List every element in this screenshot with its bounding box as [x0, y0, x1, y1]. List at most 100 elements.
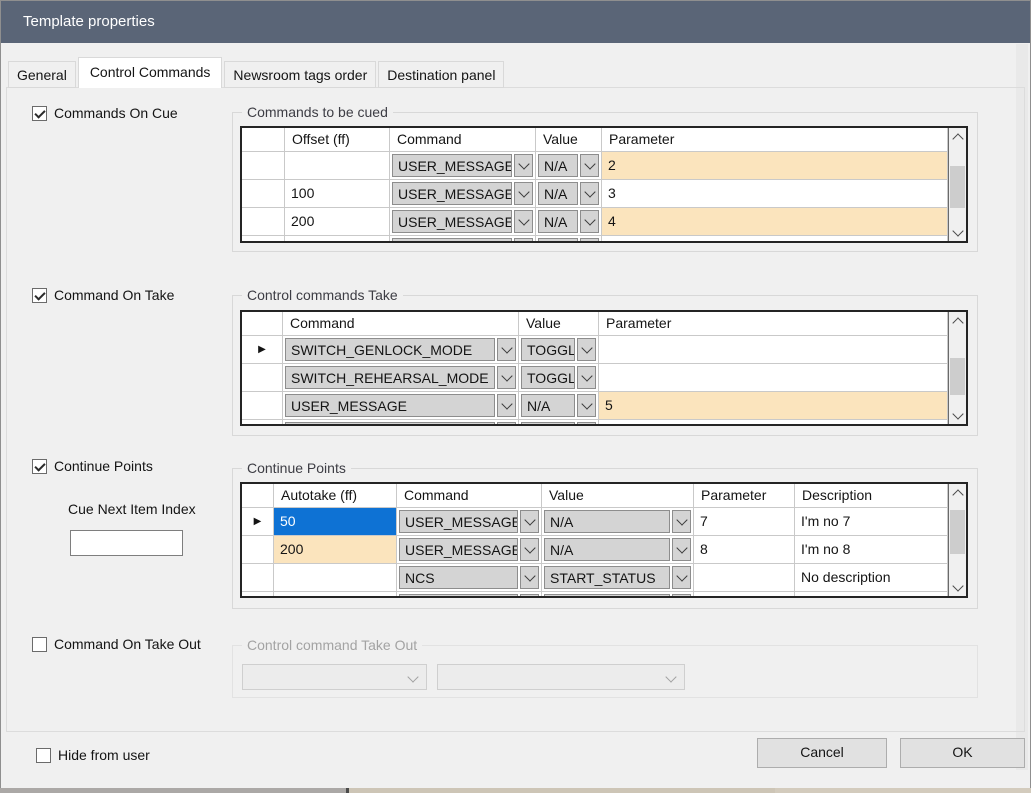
- combo-value[interactable]: USER_MESSAGE: [392, 182, 512, 205]
- scrollbar-thumb[interactable]: [950, 166, 965, 208]
- scrollbar-up-button[interactable]: [949, 312, 966, 329]
- combo-dropdown-button[interactable]: [577, 338, 596, 361]
- grid-cell-combo[interactable]: [390, 236, 536, 241]
- combo-dropdown-button[interactable]: [672, 538, 691, 561]
- combo-dropdown-button[interactable]: [580, 154, 599, 177]
- row-selector-cell[interactable]: [242, 152, 285, 180]
- grid-cell-value[interactable]: N/A: [536, 180, 602, 208]
- column-header-value[interactable]: Value: [536, 128, 602, 152]
- grid-cell-parameter[interactable]: 2: [602, 152, 948, 180]
- combo-dropdown-button[interactable]: [514, 238, 533, 241]
- combo-dropdown-button[interactable]: [497, 366, 516, 389]
- grid-cell-command[interactable]: USER_MESSAGE: [390, 152, 536, 180]
- combo-dropdown-button[interactable]: [577, 366, 596, 389]
- grid-cell-value[interactable]: START_STATUS: [542, 564, 694, 592]
- cue-next-item-index-input[interactable]: [70, 530, 183, 556]
- scrollbar-thumb[interactable]: [950, 358, 965, 395]
- checkbox-commands-on-cue-box[interactable]: [32, 106, 47, 121]
- combo-value[interactable]: N/A: [538, 182, 578, 205]
- combo-value[interactable]: START_STATUS: [544, 566, 670, 589]
- combo-value[interactable]: SWITCH_REHEARSAL_MODE: [285, 366, 495, 389]
- checkbox-continue-points-box[interactable]: [32, 459, 47, 474]
- combo-value[interactable]: [285, 422, 495, 424]
- combo-value[interactable]: N/A: [538, 210, 578, 233]
- grid-cell-combo[interactable]: [283, 420, 519, 424]
- checkbox-command-on-take-box[interactable]: [32, 288, 47, 303]
- combo-dropdown-button[interactable]: [580, 182, 599, 205]
- grid-cell-value[interactable]: TOGGLE: [519, 336, 599, 364]
- combo-dropdown-button[interactable]: [577, 394, 596, 417]
- combo-value[interactable]: N/A: [544, 538, 670, 561]
- tab-destination-panel[interactable]: Destination panel: [378, 61, 504, 88]
- combo-value[interactable]: [538, 238, 578, 241]
- scrollbar-up-button[interactable]: [949, 128, 966, 145]
- tab-newsroom-tags-order[interactable]: Newsroom tags order: [224, 61, 376, 88]
- tab-general[interactable]: General: [8, 61, 76, 88]
- grid-cell-parameter[interactable]: [599, 336, 948, 364]
- combo-value[interactable]: NCS: [399, 566, 518, 589]
- column-header-row-selector[interactable]: [242, 312, 283, 336]
- column-header-command[interactable]: Command: [397, 484, 542, 508]
- combo-dropdown-button[interactable]: [514, 154, 533, 177]
- scrollbar-thumb[interactable]: [950, 510, 965, 554]
- grid-cell-autotake[interactable]: [274, 564, 397, 592]
- combo-dropdown-button[interactable]: [497, 338, 516, 361]
- grid-cell-offset[interactable]: [285, 152, 390, 180]
- combo-value[interactable]: USER_MESSAGE: [392, 154, 512, 177]
- grid-cell-description[interactable]: I'm no 7: [795, 508, 948, 536]
- column-header-row-selector[interactable]: [242, 128, 285, 152]
- grid-cell-command[interactable]: SWITCH_REHEARSAL_MODE: [283, 364, 519, 392]
- checkbox-hide-from-user[interactable]: Hide from user: [36, 747, 150, 763]
- row-selector-cell[interactable]: [242, 392, 283, 420]
- combo-value[interactable]: USER_MESSAGE: [392, 210, 512, 233]
- column-header-autotake-ff-[interactable]: Autotake (ff): [274, 484, 397, 508]
- combo-dropdown-button[interactable]: [520, 510, 539, 533]
- column-header-row-selector[interactable]: [242, 484, 274, 508]
- grid-cell-autotake[interactable]: 200: [274, 536, 397, 564]
- combo-value[interactable]: [399, 594, 518, 596]
- row-selector-cell[interactable]: [242, 536, 274, 564]
- scrollbar-down-button[interactable]: [949, 224, 966, 241]
- row-selector-cell[interactable]: ▶: [242, 508, 274, 536]
- grid-cell-value[interactable]: TOGGLE: [519, 364, 599, 392]
- combo-dropdown-button[interactable]: [514, 210, 533, 233]
- tab-control-commands[interactable]: Control Commands: [78, 57, 223, 88]
- combo-dropdown-button[interactable]: [520, 538, 539, 561]
- vertical-scrollbar[interactable]: [948, 128, 966, 241]
- grid-cell-autotake[interactable]: 50: [274, 508, 397, 536]
- column-header-parameter[interactable]: Parameter: [602, 128, 948, 152]
- grid-cell-value[interactable]: N/A: [542, 536, 694, 564]
- combo-dropdown-button[interactable]: [580, 210, 599, 233]
- grid-cell-parameter[interactable]: 3: [602, 180, 948, 208]
- combo-dropdown-button[interactable]: [672, 566, 691, 589]
- combo-dropdown-button[interactable]: [497, 394, 516, 417]
- grid-cell-value[interactable]: N/A: [536, 208, 602, 236]
- grid-cell-combo[interactable]: [542, 592, 694, 596]
- row-selector-cell[interactable]: [242, 364, 283, 392]
- column-header-parameter[interactable]: Parameter: [694, 484, 795, 508]
- checkbox-command-on-take-out-box[interactable]: [32, 637, 47, 652]
- grid-cell-command[interactable]: USER_MESSAGE: [283, 392, 519, 420]
- combo-value[interactable]: TOGGLE: [521, 366, 575, 389]
- column-header-offset-ff-[interactable]: Offset (ff): [285, 128, 390, 152]
- vertical-scrollbar[interactable]: [948, 312, 966, 424]
- column-header-description[interactable]: Description: [795, 484, 948, 508]
- grid-cell-parameter[interactable]: [599, 364, 948, 392]
- combo-dropdown-button[interactable]: [497, 422, 516, 424]
- grid-cell-combo[interactable]: [536, 236, 602, 241]
- checkbox-commands-on-cue[interactable]: Commands On Cue: [32, 105, 178, 121]
- combo-value[interactable]: N/A: [544, 510, 670, 533]
- grid-cell-offset[interactable]: 200: [285, 208, 390, 236]
- checkbox-continue-points[interactable]: Continue Points: [32, 458, 153, 474]
- column-header-value[interactable]: Value: [519, 312, 599, 336]
- checkbox-command-on-take-out[interactable]: Command On Take Out: [32, 636, 201, 652]
- combo-value[interactable]: N/A: [538, 154, 578, 177]
- scrollbar-down-button[interactable]: [949, 407, 966, 424]
- checkbox-command-on-take[interactable]: Command On Take: [32, 287, 174, 303]
- grid-cell-command[interactable]: USER_MESSAGE: [397, 536, 542, 564]
- scrollbar-up-button[interactable]: [949, 484, 966, 501]
- grid-cell-parameter[interactable]: [694, 564, 795, 592]
- combo-value[interactable]: N/A: [521, 394, 575, 417]
- grid-cell-description[interactable]: I'm no 8: [795, 536, 948, 564]
- combo-dropdown-button[interactable]: [672, 510, 691, 533]
